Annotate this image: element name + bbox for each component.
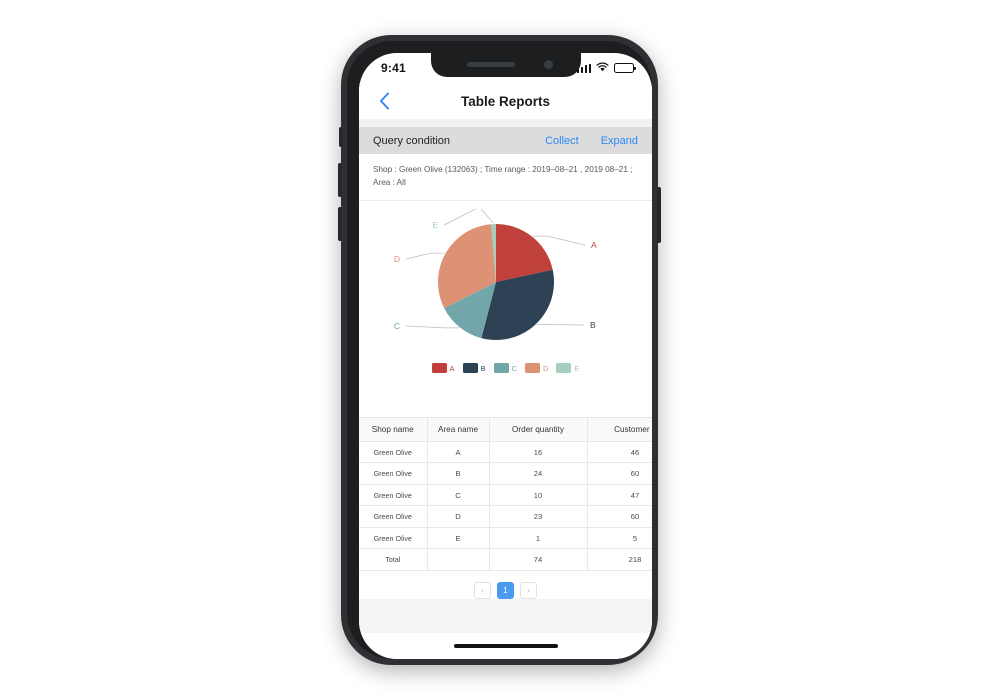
table-body: Green Olive A 16 46 Green Olive B 24 60 Green Ol… bbox=[359, 441, 652, 571]
pie-label-a: A bbox=[591, 240, 597, 250]
table-cell-shop: Green Olive bbox=[359, 462, 428, 485]
table-row[interactable]: Green Olive D 23 60 bbox=[359, 505, 652, 528]
table-cell-shop: Green Olive bbox=[359, 441, 428, 464]
table-cell-qty: 74 bbox=[489, 548, 588, 571]
legend-swatch-a-icon bbox=[431, 363, 447, 374]
wifi-icon bbox=[596, 59, 609, 77]
mute-switch-button[interactable] bbox=[339, 127, 343, 147]
notch bbox=[430, 53, 581, 77]
table-cell-qty: 24 bbox=[489, 462, 588, 485]
pagination-page-1-button[interactable]: 1 bbox=[497, 581, 514, 599]
phone-bezel: 9:41 Table Reports Query condition Colle… bbox=[347, 41, 652, 659]
content-area: Query condition Collect Expand Shop : Gr… bbox=[359, 119, 652, 659]
pie-chart: A B C D E bbox=[359, 209, 652, 359]
table-cell-flow: 60 bbox=[587, 505, 652, 528]
report-table-container: Shop name Area name Order quantity Custo… bbox=[359, 417, 652, 571]
query-condition-detail: Shop : Green Olive (132063) ; Time range… bbox=[359, 154, 652, 202]
volume-down-button[interactable] bbox=[338, 207, 342, 241]
volume-up-button[interactable] bbox=[338, 163, 342, 197]
legend-item-d[interactable]: D bbox=[525, 363, 549, 374]
legend-swatch-c-icon bbox=[493, 363, 509, 374]
navigation-bar: Table Reports bbox=[359, 83, 652, 119]
legend-swatch-e-icon bbox=[556, 363, 572, 374]
table-cell-area: D bbox=[427, 505, 490, 528]
table-cell-qty: 16 bbox=[489, 441, 588, 464]
legend-item-e[interactable]: E bbox=[556, 363, 580, 374]
header-shop-name: Shop name bbox=[359, 418, 428, 442]
page-title: Table Reports bbox=[460, 93, 550, 109]
table-row[interactable]: Green Olive C 10 47 bbox=[359, 484, 652, 507]
legend-swatch-b-icon bbox=[462, 363, 478, 374]
legend-label-c: C bbox=[511, 363, 517, 373]
table-cell-flow: 47 bbox=[587, 484, 652, 507]
table-cell-shop: Green Olive bbox=[359, 527, 428, 550]
table-cell-area: C bbox=[427, 484, 490, 507]
table-cell-qty: 1 bbox=[489, 527, 588, 550]
table-row[interactable]: Green Olive A 16 46 bbox=[359, 441, 652, 464]
expand-button[interactable]: Expand bbox=[601, 135, 638, 147]
chart-legend: A B C D E bbox=[359, 363, 652, 374]
pie-chart-svg: A B C D E bbox=[393, 209, 597, 341]
home-indicator-area bbox=[359, 633, 652, 659]
pie-label-e: E bbox=[432, 220, 438, 230]
legend-item-b[interactable]: B bbox=[462, 363, 486, 374]
pagination-next-button[interactable]: › bbox=[520, 581, 537, 599]
pie-leader-line-a bbox=[532, 236, 585, 246]
legend-label-d: D bbox=[543, 363, 549, 373]
battery-icon bbox=[614, 63, 636, 73]
table-header-row: Shop name Area name Order quantity Custo… bbox=[359, 418, 652, 442]
earpiece-speaker bbox=[466, 62, 515, 67]
front-camera-icon bbox=[543, 60, 553, 69]
table-cell-area bbox=[427, 548, 490, 571]
chevron-left-icon bbox=[379, 92, 390, 110]
table-row[interactable]: Total 74 218 bbox=[359, 548, 652, 571]
pie-label-b: B bbox=[590, 320, 596, 330]
query-condition-bar: Query condition Collect Expand bbox=[359, 127, 652, 154]
pie-leader-line-e bbox=[443, 209, 494, 226]
table-cell-qty: 23 bbox=[489, 505, 588, 528]
power-button[interactable] bbox=[657, 187, 661, 243]
table-cell-area: E bbox=[427, 527, 490, 550]
collect-button[interactable]: Collect bbox=[545, 135, 579, 147]
table-header: Shop name Area name Order quantity Custo… bbox=[359, 418, 652, 442]
query-condition-label: Query condition bbox=[373, 134, 451, 147]
report-table: Shop name Area name Order quantity Custo… bbox=[359, 418, 652, 571]
table-cell-shop: Green Olive bbox=[359, 505, 428, 528]
phone-device-frame: 9:41 Table Reports Query condition Colle… bbox=[338, 35, 661, 665]
legend-label-b: B bbox=[480, 363, 486, 373]
table-cell-flow: 218 bbox=[587, 548, 652, 571]
legend-label-e: E bbox=[574, 363, 580, 373]
home-indicator[interactable] bbox=[453, 644, 558, 648]
content-top-spacer bbox=[359, 119, 652, 127]
pie-label-d: D bbox=[393, 254, 399, 264]
header-order-quantity: Order quantity bbox=[489, 418, 588, 442]
table-cell-flow: 5 bbox=[587, 527, 652, 550]
pagination-prev-button[interactable]: ‹ bbox=[474, 581, 491, 599]
table-cell-flow: 60 bbox=[587, 462, 652, 485]
back-button[interactable] bbox=[373, 90, 395, 112]
status-time: 9:41 bbox=[381, 61, 406, 75]
phone-screen: 9:41 Table Reports Query condition Colle… bbox=[359, 53, 652, 659]
table-cell-area: A bbox=[427, 441, 490, 464]
legend-label-a: A bbox=[449, 363, 455, 373]
legend-swatch-d-icon bbox=[525, 363, 540, 374]
legend-item-a[interactable]: A bbox=[431, 363, 455, 374]
pagination: ‹ 1 › bbox=[359, 570, 652, 599]
legend-item-c[interactable]: C bbox=[493, 363, 517, 374]
table-cell-flow: 46 bbox=[587, 441, 652, 464]
header-customer-flow: Customer fl bbox=[587, 418, 652, 442]
pie-label-c: C bbox=[393, 321, 399, 331]
table-cell-shop: Total bbox=[359, 548, 428, 571]
status-icons bbox=[576, 59, 636, 77]
table-row[interactable]: Green Olive B 24 60 bbox=[359, 462, 652, 485]
pie-chart-card: A B C D E A B C D E bbox=[359, 201, 652, 388]
table-cell-area: B bbox=[427, 462, 490, 485]
table-cell-qty: 10 bbox=[489, 484, 588, 507]
table-cell-shop: Green Olive bbox=[359, 484, 428, 507]
pie-leader-line-d bbox=[405, 253, 444, 260]
table-row[interactable]: Green Olive E 1 5 bbox=[359, 527, 652, 550]
header-area-name: Area name bbox=[427, 418, 490, 442]
chart-bottom-spacer bbox=[359, 387, 652, 418]
pie-leader-line-c bbox=[405, 326, 459, 329]
